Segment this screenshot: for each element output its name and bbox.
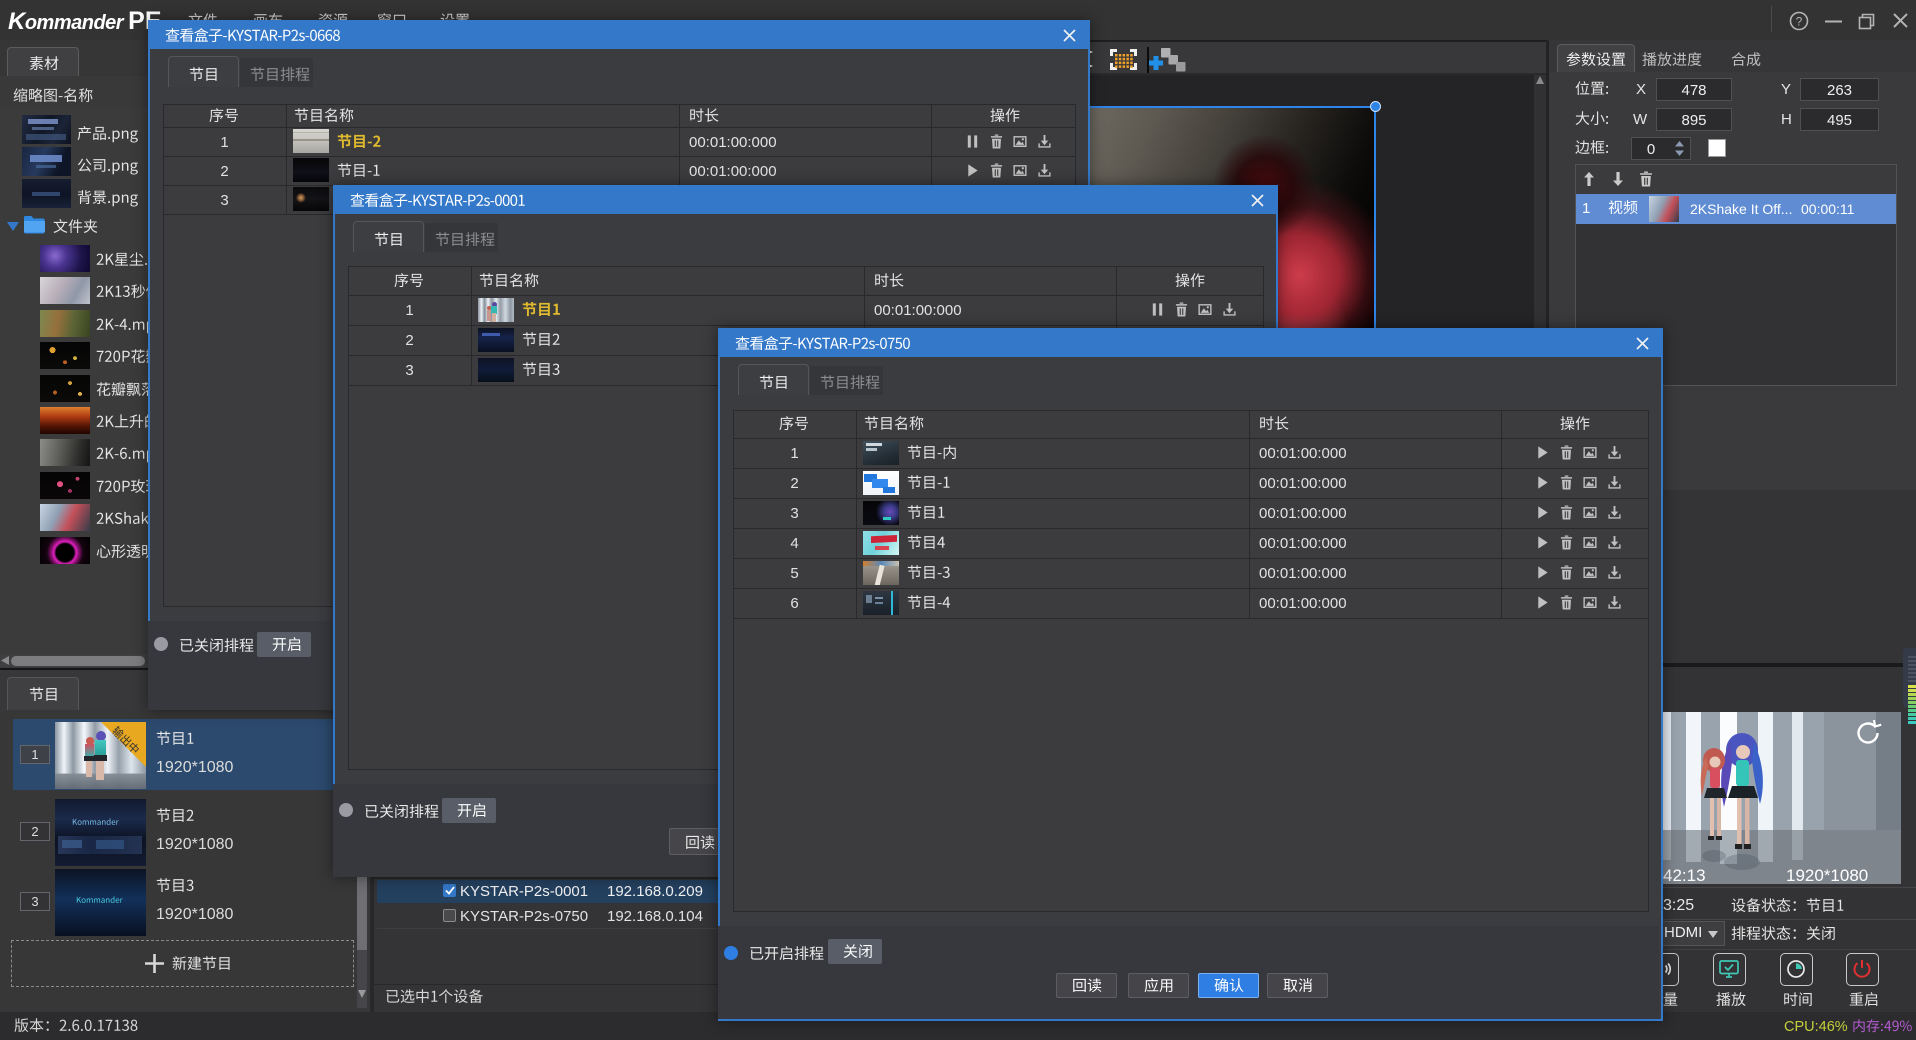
- svg-text:?: ?: [1796, 15, 1803, 29]
